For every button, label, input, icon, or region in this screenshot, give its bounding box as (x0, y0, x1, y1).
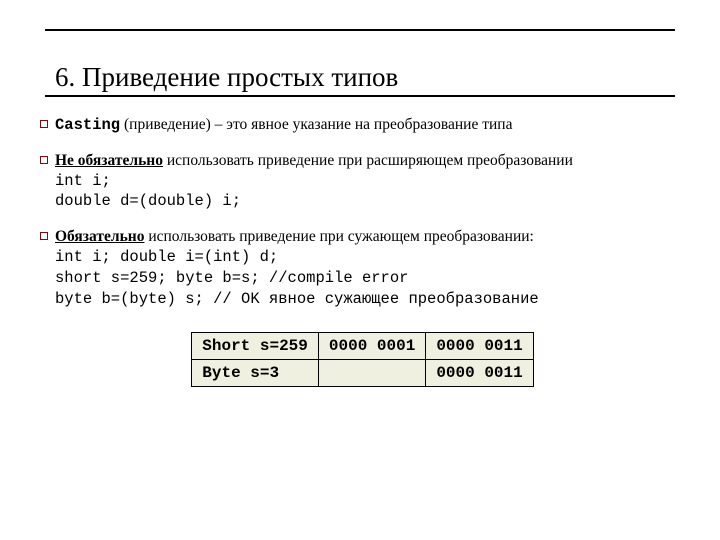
code-line: int i; (55, 172, 111, 190)
paragraph-casting: Casting (приведение) – это явное указани… (55, 115, 670, 136)
cell-byte-low: 0000 0011 (426, 359, 533, 386)
cell-short-label: Short s=259 (192, 332, 319, 359)
casting-def: (приведение) – это явное указание на пре… (120, 116, 512, 133)
heading-underline (45, 95, 675, 97)
cell-byte-high (318, 359, 425, 386)
cell-short-high: 0000 0001 (318, 332, 425, 359)
cell-byte-label: Byte s=3 (192, 359, 319, 386)
code-line: int i; double i=(int) d; (55, 248, 278, 266)
table-row: Byte s=3 0000 0011 (192, 359, 533, 386)
code-line: double d=(double) i; (55, 192, 241, 210)
slide-content: 6. Приведение простых типов Casting (при… (55, 62, 670, 387)
bullet-icon (40, 232, 48, 240)
casting-term: Casting (55, 116, 120, 134)
narrowing-rest: использовать приведение при сужающем пре… (144, 228, 533, 245)
binary-table-wrap: Short s=259 0000 0001 0000 0011 Byte s=3… (55, 332, 670, 387)
slide-heading: 6. Приведение простых типов (55, 62, 670, 93)
top-rule (45, 29, 675, 31)
widening-rest: использовать приведение при расширяющем … (163, 152, 573, 169)
table-row: Short s=259 0000 0001 0000 0011 (192, 332, 533, 359)
widening-lead: Не обязательно (55, 152, 163, 169)
binary-table: Short s=259 0000 0001 0000 0011 Byte s=3… (191, 332, 533, 387)
paragraph-narrowing: Обязательно использовать приведение при … (55, 227, 670, 309)
bullet-icon (40, 156, 48, 164)
code-line: short s=259; byte b=s; //compile error (55, 269, 408, 287)
bullet-icon (40, 120, 48, 128)
cell-short-low: 0000 0011 (426, 332, 533, 359)
code-line: byte b=(byte) s; // OK явное сужающее пр… (55, 290, 539, 308)
narrowing-lead: Обязательно (55, 228, 144, 245)
paragraph-widening: Не обязательно использовать приведение п… (55, 151, 670, 212)
